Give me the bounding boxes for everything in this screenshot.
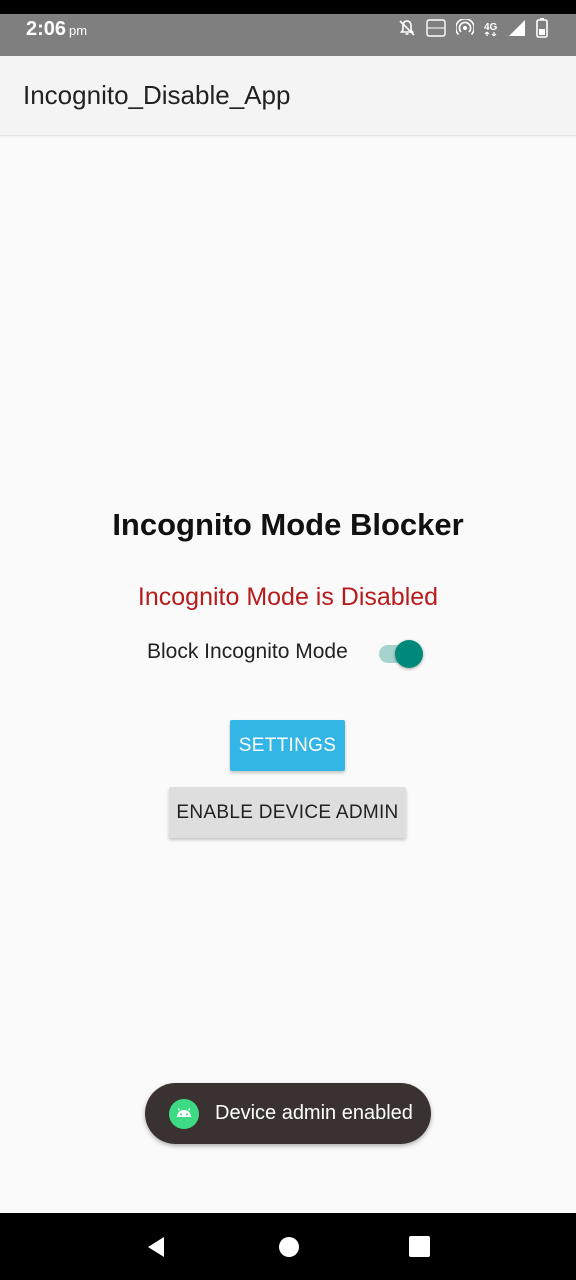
settings-button[interactable]: SETTINGS xyxy=(230,720,345,771)
block-incognito-label: Block Incognito Mode xyxy=(147,640,348,663)
bell-off-icon xyxy=(398,19,416,42)
navigation-bar xyxy=(0,1213,576,1280)
status-time: 2:06 pm xyxy=(26,18,87,41)
app-bar: Incognito_Disable_App xyxy=(0,56,576,136)
toast: Device admin enabled xyxy=(145,1083,431,1144)
status-icons: 4G xyxy=(398,17,548,43)
block-incognito-row: Block Incognito Mode xyxy=(147,638,437,670)
hotspot-icon xyxy=(455,17,475,42)
battery-icon xyxy=(536,18,548,43)
status-time-value: 2:06 xyxy=(26,18,67,40)
app-title: Incognito_Disable_App xyxy=(23,80,291,110)
switch-thumb xyxy=(395,640,423,668)
android-icon xyxy=(169,1099,199,1129)
4g-icon: 4G xyxy=(484,19,498,42)
block-incognito-switch[interactable] xyxy=(377,638,427,670)
page-title: Incognito Mode Blocker xyxy=(112,507,464,542)
home-icon[interactable] xyxy=(278,1236,300,1263)
status-bar: 2:06 pm 4G xyxy=(0,0,576,56)
volte-icon xyxy=(426,19,446,42)
recents-icon[interactable] xyxy=(409,1236,430,1262)
status-time-ampm: pm xyxy=(69,23,88,38)
enable-device-admin-button[interactable]: ENABLE DEVICE ADMIN xyxy=(169,787,406,838)
back-icon[interactable] xyxy=(146,1236,166,1263)
toast-message: Device admin enabled xyxy=(215,1102,413,1124)
signal-icon xyxy=(508,19,526,42)
svg-text:4G: 4G xyxy=(484,22,498,33)
status-bar-edge xyxy=(0,0,576,14)
incognito-status-text: Incognito Mode is Disabled xyxy=(137,583,439,611)
